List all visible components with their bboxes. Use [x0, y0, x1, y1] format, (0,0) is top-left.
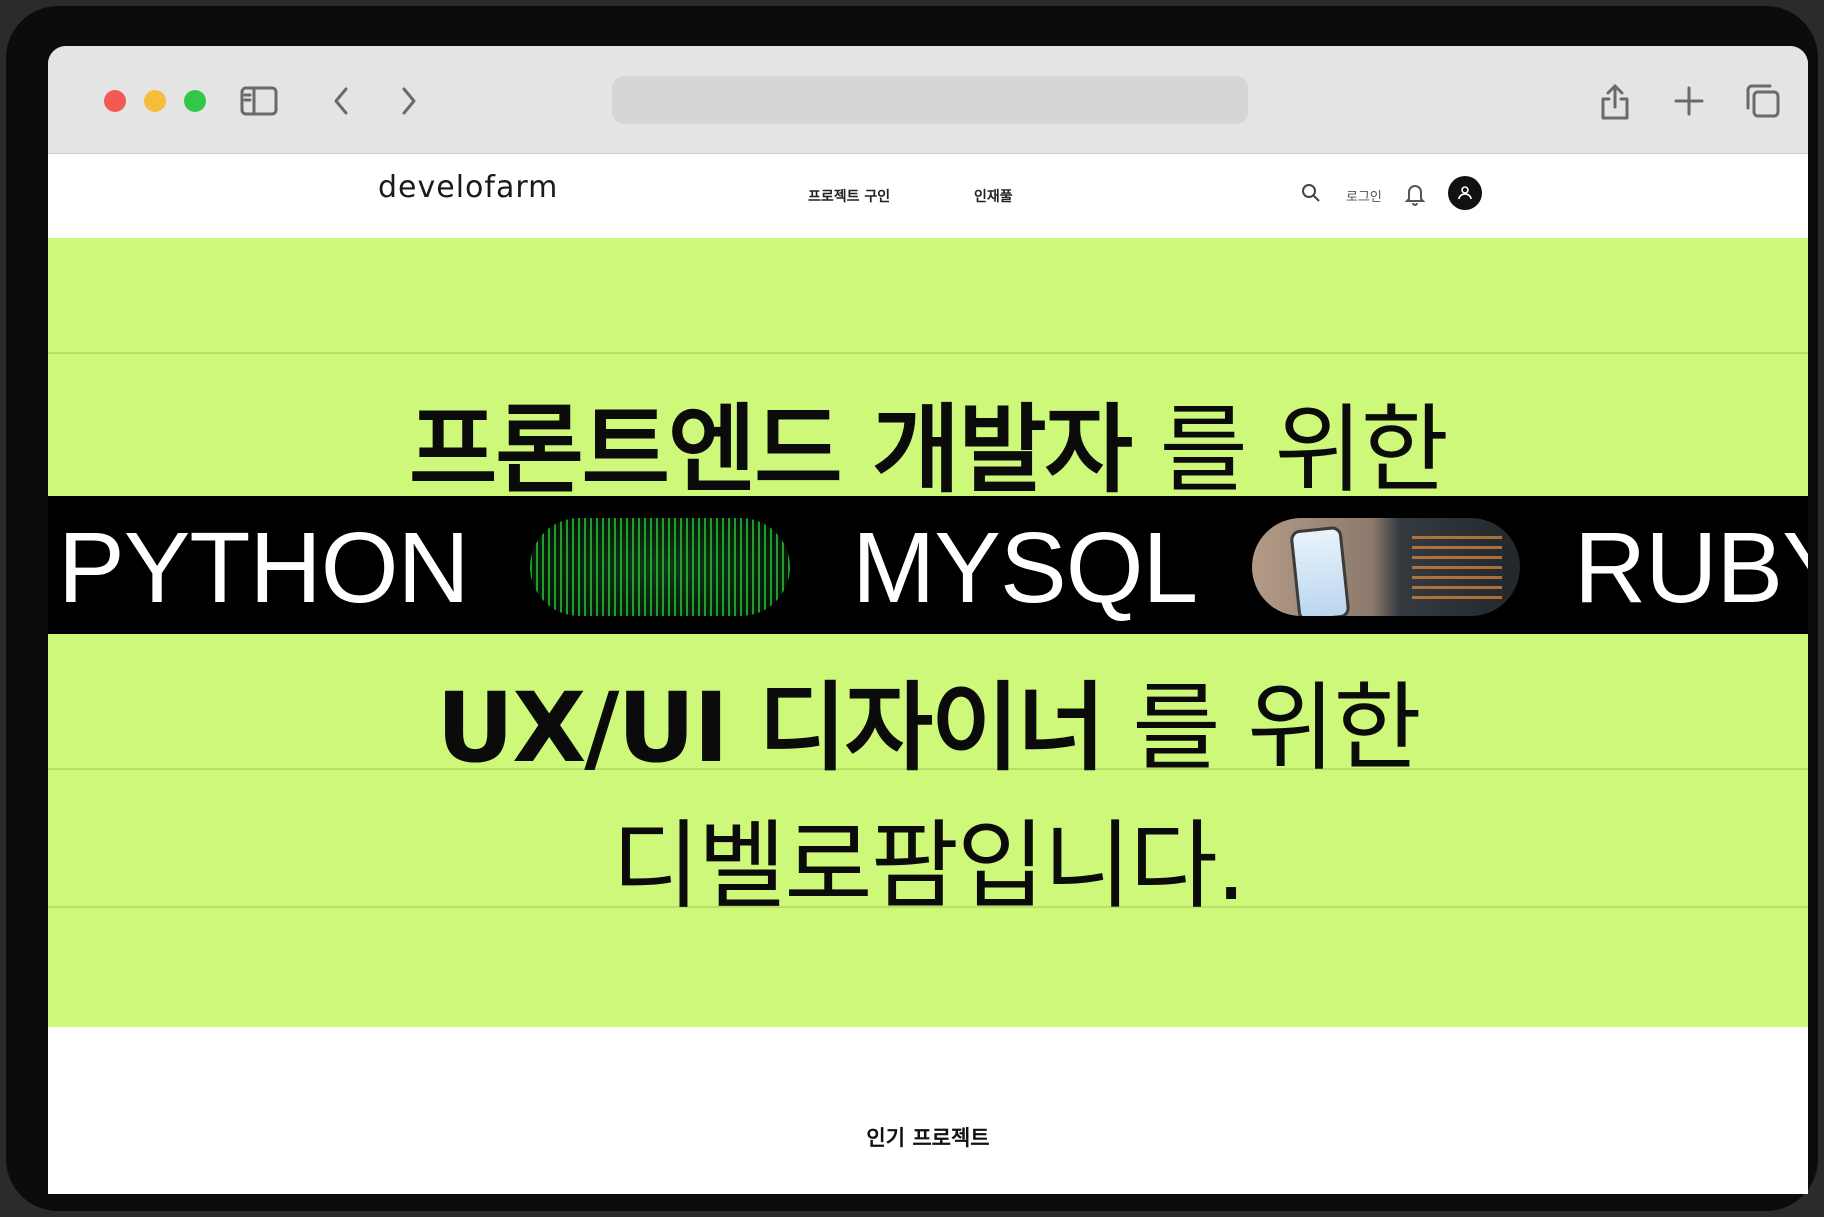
marquee-word-mysql: MYSQL	[852, 512, 1198, 624]
close-window-button[interactable]	[104, 90, 126, 112]
nav-project-recruit[interactable]: 프로젝트 구인	[808, 186, 890, 206]
site-header: develofarm 프로젝트 구인 인재풀 로그인	[48, 154, 1808, 238]
user-avatar[interactable]	[1448, 176, 1482, 210]
bell-icon[interactable]	[1404, 182, 1426, 206]
hero-line-2: UX/UI 디자이너 를 위한	[48, 650, 1808, 789]
share-icon[interactable]	[1592, 78, 1638, 124]
login-link[interactable]: 로그인	[1346, 186, 1382, 205]
hero-line-1: 프론트엔드 개발자 를 위한	[48, 372, 1808, 511]
phone-image-pill	[1252, 518, 1520, 616]
search-icon[interactable]	[1300, 182, 1322, 204]
new-tab-icon[interactable]	[1666, 78, 1712, 124]
hero-line-1-rest: 를 위한	[1159, 394, 1449, 506]
hero-line-2-rest: 를 위한	[1132, 672, 1421, 784]
forward-icon[interactable]	[386, 78, 432, 124]
popular-projects-title: 인기 프로젝트	[866, 1126, 990, 1150]
marquee-word-python: PYTHON	[58, 512, 470, 624]
tech-marquee: PYTHON MYSQL RUBY	[48, 496, 1808, 634]
hero-line-1-bold: 프론트엔드 개발자	[409, 394, 1133, 506]
sidebar-icon[interactable]	[236, 78, 282, 124]
marquee-word-ruby: RUBY	[1574, 512, 1808, 624]
nav-talent-pool[interactable]: 인재풀	[974, 186, 1013, 206]
hero-line-2-bold: UX/UI 디자이너	[436, 672, 1105, 784]
minimize-window-button[interactable]	[144, 90, 166, 112]
hero-line-3: 디벨로팜입니다.	[611, 810, 1247, 922]
site-logo[interactable]: develofarm	[378, 170, 558, 205]
browser-window: develofarm 프로젝트 구인 인재풀 로그인 프론트엔드 개발자 를 위…	[48, 46, 1808, 1194]
phone-illustration	[1289, 525, 1351, 616]
code-screen-illustration	[1412, 536, 1502, 600]
browser-toolbar	[48, 46, 1808, 154]
address-bar[interactable]	[612, 76, 1248, 124]
tabs-icon[interactable]	[1740, 78, 1786, 124]
code-image-pill	[530, 518, 790, 616]
hero-section: 프론트엔드 개발자 를 위한 PYTHON MYSQL RUBY UX/UI 디…	[48, 238, 1808, 1027]
back-icon[interactable]	[318, 78, 364, 124]
zoom-window-button[interactable]	[184, 90, 206, 112]
hero-divider	[48, 352, 1808, 354]
user-icon	[1458, 186, 1472, 200]
device-frame: develofarm 프로젝트 구인 인재풀 로그인 프론트엔드 개발자 를 위…	[6, 6, 1818, 1211]
